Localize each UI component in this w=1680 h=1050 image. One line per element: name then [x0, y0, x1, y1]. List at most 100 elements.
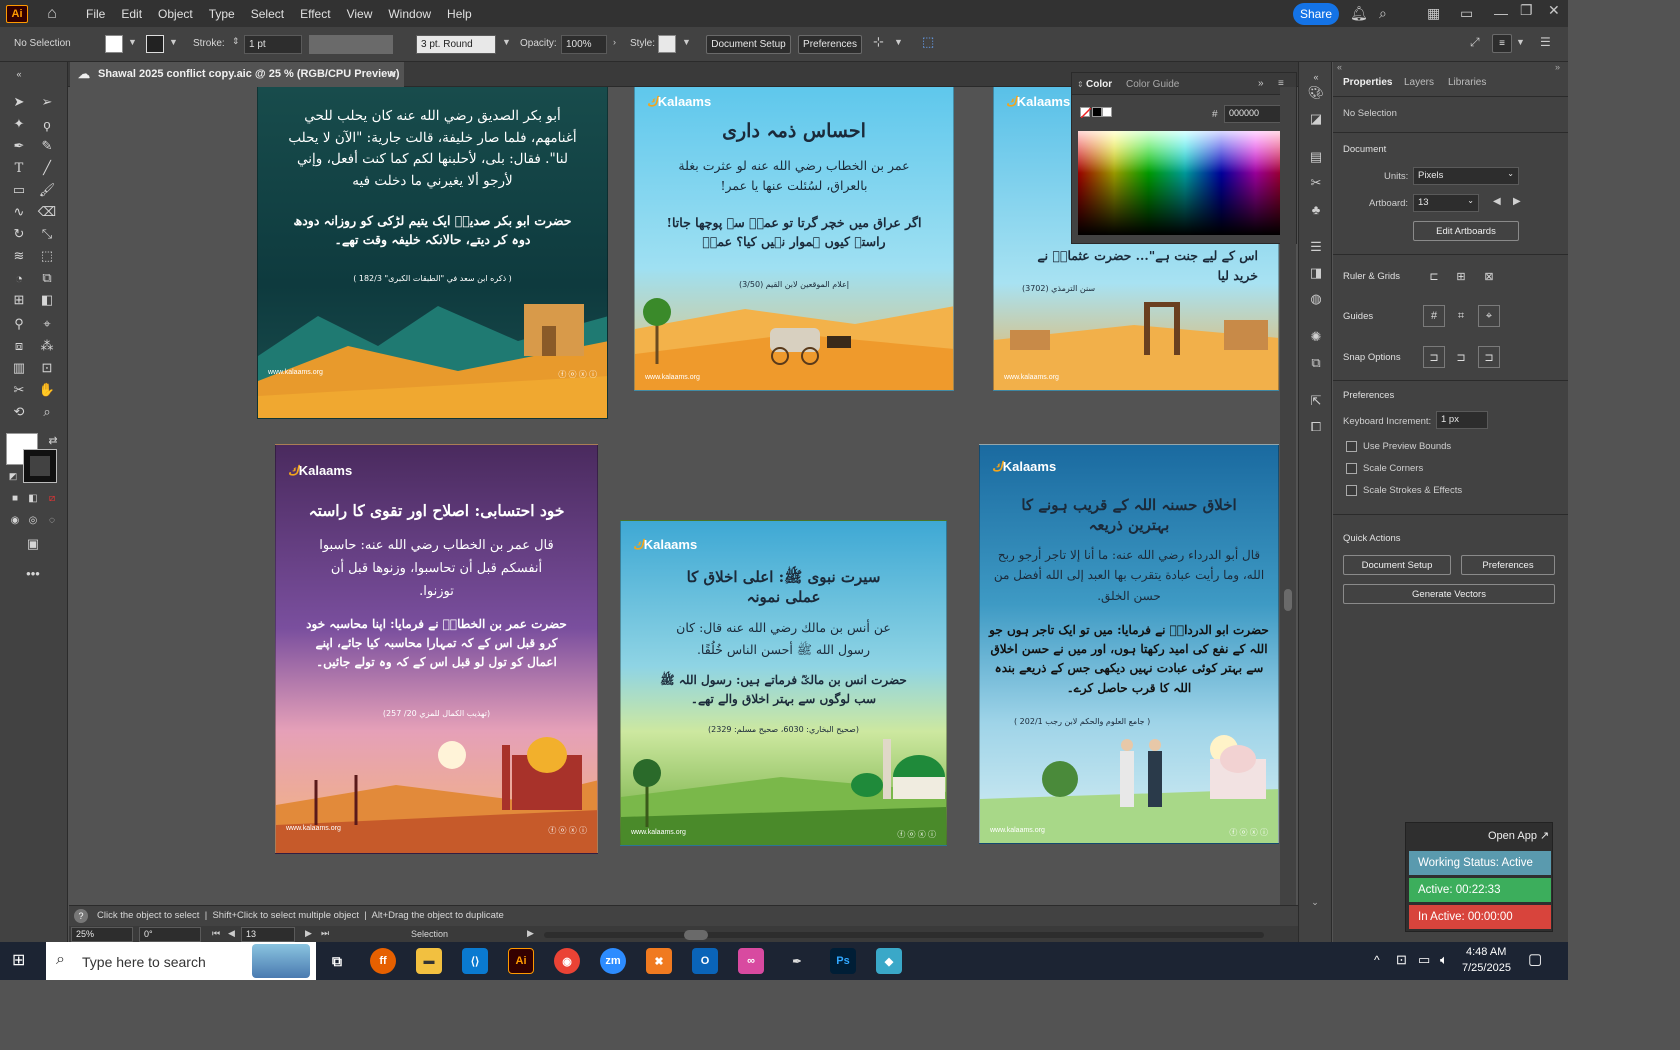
status-menu-arrow-icon[interactable]: ▶ — [527, 928, 534, 939]
options-dropdown-icon[interactable]: ▼ — [1516, 37, 1525, 47]
scale-corners-checkbox[interactable] — [1346, 463, 1357, 474]
xampp-icon[interactable]: ✖ — [646, 948, 672, 974]
zoom-app-icon[interactable]: zm — [600, 948, 626, 974]
zoom-select[interactable]: 25% — [71, 927, 133, 942]
color-panel-icon[interactable]: 🎨︎ — [1307, 84, 1325, 102]
direct-selection-tool-icon[interactable]: ➢ — [36, 92, 58, 112]
perspective-grid-tool-icon[interactable]: ⧉ — [36, 268, 58, 288]
panel-grip-icon[interactable]: ⇕ — [1077, 80, 1084, 89]
search-icon[interactable]: ⌕ — [1379, 5, 1387, 22]
volume-icon[interactable]: 🔈︎ — [1440, 952, 1448, 968]
slice-tool-icon[interactable]: ✂ — [8, 380, 30, 400]
grid-icon[interactable]: ⊞ — [1450, 265, 1472, 287]
screen-mode-icon[interactable]: ▣ — [22, 534, 44, 554]
artboard-select[interactable]: 13 ⌄ — [1413, 194, 1479, 212]
rotate-view-select[interactable]: 0° — [139, 927, 201, 942]
default-colors-icon[interactable]: ◩ — [2, 466, 24, 486]
warp-tool-icon[interactable]: ≋ — [8, 246, 30, 266]
workspace-icon[interactable]: ▭ — [1460, 5, 1473, 22]
artboard-tool-icon[interactable]: ⊡ — [36, 358, 58, 378]
brushes-icon[interactable]: ✂ — [1307, 174, 1325, 192]
tray-chevron-icon[interactable]: ^ — [1374, 953, 1380, 967]
none-swatch-icon[interactable] — [1080, 107, 1092, 119]
variable-width-profile[interactable] — [309, 35, 393, 54]
help-icon[interactable]: ? — [74, 909, 88, 923]
edit-artboards-button[interactable]: Edit Artboards — [1413, 221, 1519, 241]
snap-to-point-icon[interactable]: ⊐ — [1423, 346, 1445, 368]
scale-strokes-checkbox[interactable] — [1346, 485, 1357, 496]
hex-input[interactable]: 000000 — [1224, 105, 1282, 123]
keyboard-increment-input[interactable]: 1 px — [1436, 411, 1488, 429]
align-dropdown-icon[interactable]: ▼ — [894, 37, 903, 47]
color-spectrum[interactable] — [1078, 131, 1292, 235]
edit-toolbar-icon[interactable]: ••• — [22, 563, 44, 583]
vertical-scroll-thumb[interactable] — [1284, 589, 1292, 611]
use-preview-bounds-checkbox[interactable] — [1346, 441, 1357, 452]
snap-to-pixel-icon[interactable]: ⊐ — [1450, 346, 1472, 368]
bell-icon[interactable]: 🔔︎ — [1350, 5, 1368, 22]
arrange-documents-icon[interactable]: ▦ — [1427, 5, 1440, 22]
transform-icon[interactable]: ⤢ — [1470, 35, 1480, 50]
black-swatch[interactable] — [1092, 107, 1102, 117]
firefox-icon[interactable]: ff — [370, 948, 396, 974]
opacity-input[interactable]: 100% — [561, 35, 607, 54]
white-swatch[interactable] — [1102, 107, 1112, 117]
brush-definition[interactable]: 3 pt. Round — [416, 35, 496, 54]
artboard-number-select[interactable]: 13 — [241, 927, 295, 942]
creative-cloud-icon[interactable]: ∞ — [738, 948, 764, 974]
gradient-tool-icon[interactable]: ◧ — [36, 290, 58, 310]
task-view-icon[interactable]: ⧉ — [324, 948, 350, 974]
expand-properties-icon[interactable]: » — [1555, 62, 1560, 72]
brush-dropdown-icon[interactable]: ▼ — [502, 37, 511, 47]
artboard-2[interactable]: كKalaams احساس ذمہ داری عمر بن الخطاب رض… — [634, 87, 954, 391]
collapse-properties-icon[interactable]: « — [1337, 62, 1342, 72]
hand-tool-icon[interactable]: ✋ — [36, 380, 58, 400]
rotate-tool-icon[interactable]: ↻ — [8, 224, 30, 244]
battery-icon[interactable]: ▭ — [1418, 952, 1430, 968]
selection-tool-icon[interactable]: ➤ — [8, 92, 30, 112]
previous-artboard-icon[interactable]: ◀ — [1493, 196, 1501, 207]
align-icon[interactable]: ⊹ — [873, 34, 884, 50]
opacity-arrow-icon[interactable]: › — [613, 37, 616, 47]
chrome-icon[interactable]: ◉ — [554, 948, 580, 974]
menu-select[interactable]: Select — [251, 7, 284, 21]
scroll-down-icon[interactable]: ⌄ — [1299, 897, 1331, 907]
graphic-styles-icon[interactable]: ⧉ — [1307, 354, 1325, 372]
artboard-1[interactable]: أبو بكر الصديق رضي الله عنه كان يحلب للح… — [257, 87, 608, 419]
measure-tool-icon[interactable]: ⌖ — [36, 314, 58, 334]
last-artboard-icon[interactable]: ⏭ — [321, 928, 329, 939]
blend-tool-icon[interactable]: ⧈ — [8, 336, 30, 356]
pen-tool-icon[interactable]: ✒ — [8, 136, 30, 156]
none-mode-icon[interactable]: ⧄ — [41, 488, 63, 508]
symbol-sprayer-tool-icon[interactable]: ⁂ — [36, 336, 58, 356]
rulers-icon[interactable]: ⊏ — [1423, 265, 1445, 287]
tab-color[interactable]: Color — [1086, 79, 1112, 90]
fill-swatch[interactable] — [105, 35, 123, 53]
paintbrush-tool-icon[interactable]: 🖌︎ — [36, 180, 58, 200]
stroke-panel-icon[interactable]: ☰ — [1307, 238, 1325, 256]
zoom-tool-icon[interactable]: ⌕ — [36, 402, 58, 422]
line-tool-icon[interactable]: ╱ — [36, 158, 58, 178]
stroke-color-box[interactable] — [23, 449, 57, 483]
preferences-button[interactable]: Preferences — [798, 35, 862, 54]
units-select[interactable]: Pixels ⌄ — [1413, 167, 1519, 185]
recolor-icon[interactable]: ⬚ — [922, 34, 934, 50]
artboard-5[interactable]: كKalaams سیرت نبوی ﷺ: اعلی اخلاق کا عملی… — [620, 520, 947, 846]
curvature-tool-icon[interactable]: ✎ — [36, 136, 58, 156]
smart-guides-icon[interactable]: ⌖ — [1478, 305, 1500, 327]
gradient-panel-icon[interactable]: ◨ — [1307, 264, 1325, 282]
minimize-icon[interactable]: — — [1494, 5, 1508, 21]
scale-tool-icon[interactable]: ⤡ — [36, 224, 58, 244]
photoshop-icon[interactable]: Ps — [830, 948, 856, 974]
swap-fill-stroke-icon[interactable]: ⇄ — [42, 430, 64, 450]
taskbar-search-box[interactable]: ⌕ Type here to search — [46, 942, 316, 980]
style-dropdown-icon[interactable]: ▼ — [682, 37, 691, 47]
transparency-icon[interactable]: ◍ — [1307, 290, 1325, 308]
zoom-rotate-view-icon[interactable]: ⟲ — [8, 402, 30, 422]
tab-layers[interactable]: Layers — [1404, 77, 1434, 88]
qa-preferences-button[interactable]: Preferences — [1461, 555, 1555, 575]
symbols-icon[interactable]: ♣ — [1307, 200, 1325, 218]
stroke-dropdown-icon[interactable]: ▼ — [169, 37, 178, 47]
snap-to-glyph-icon[interactable]: ⊐ — [1478, 346, 1500, 368]
collapse-toolbar-icon[interactable]: « — [8, 64, 30, 84]
